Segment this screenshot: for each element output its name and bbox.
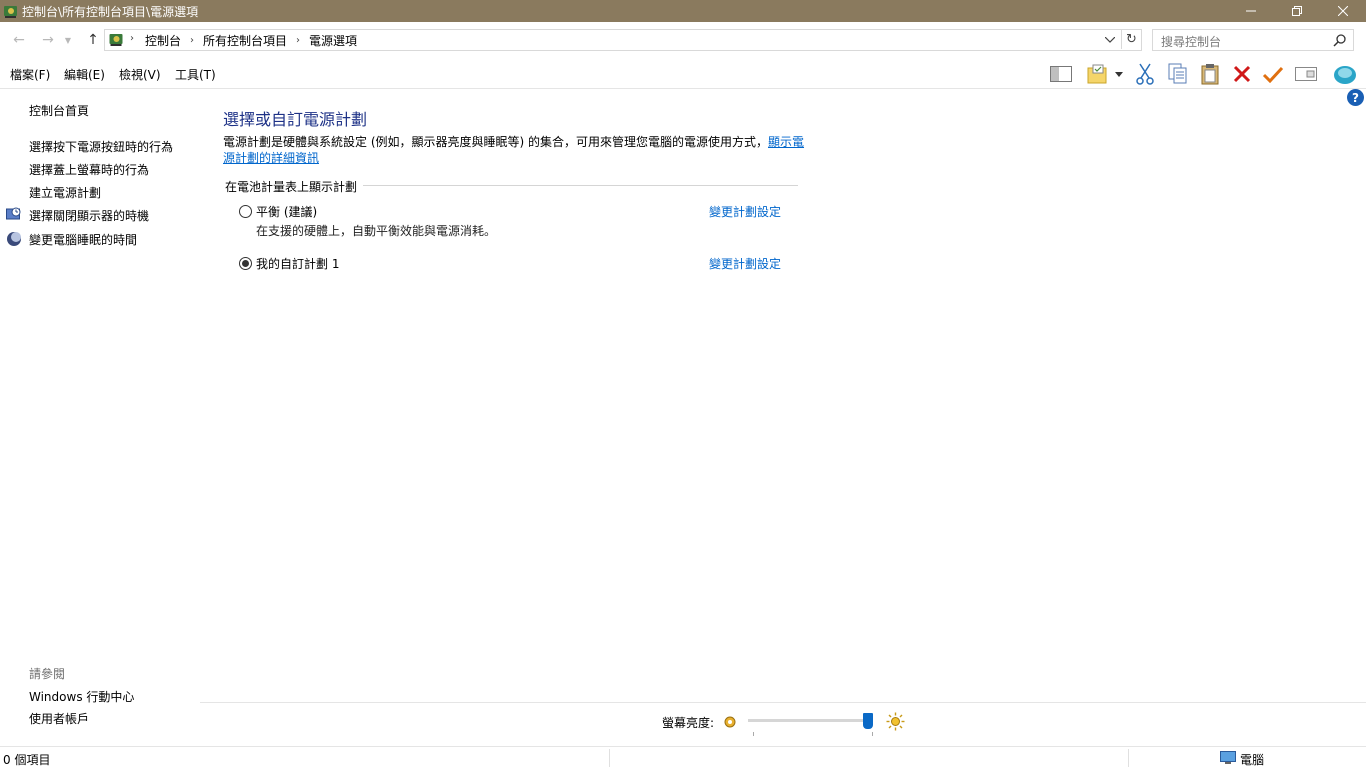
control-panel-icon: [109, 34, 123, 46]
change-plan-settings-link[interactable]: 變更計劃設定: [709, 255, 781, 272]
section-heading: 在電池計量表上顯示計劃: [225, 178, 364, 195]
breadcrumb-item[interactable]: 所有控制台項目: [203, 32, 287, 49]
minimize-icon: [1246, 10, 1256, 12]
up-arrow-icon: ↑: [87, 32, 99, 48]
minimize-button[interactable]: [1228, 0, 1274, 22]
forward-arrow-icon: →: [42, 32, 54, 48]
sidebar: 控制台首頁 選擇按下電源按鈕時的行為 選擇蓋上螢幕時的行為 建立電源計劃 選擇關…: [0, 88, 200, 746]
plan-name[interactable]: 我的自訂計劃 1: [256, 255, 339, 272]
item-count: 0 個項目: [3, 753, 51, 767]
see-also-heading: 請參閱: [29, 667, 66, 681]
sidebar-item-sleep[interactable]: 變更電腦睡眠的時間: [29, 231, 137, 248]
new-folder-button[interactable]: [1086, 62, 1110, 86]
page-title: 選擇或自訂電源計劃: [223, 110, 368, 129]
chevron-down-icon: ▼: [64, 35, 72, 45]
title-bar: 控制台\所有控制台項目\電源選項: [0, 0, 1366, 22]
properties-button[interactable]: [1261, 62, 1285, 86]
back-button[interactable]: ←: [9, 31, 29, 49]
paste-icon: [1201, 64, 1219, 85]
delete-button[interactable]: [1230, 62, 1254, 86]
window-title: 控制台\所有控制台項目\電源選項: [22, 5, 199, 19]
close-button[interactable]: [1320, 0, 1366, 22]
sidebar-item-display-off[interactable]: 選擇關閉顯示器的時機: [29, 207, 149, 224]
help-icon[interactable]: ?: [1347, 89, 1364, 106]
slider-tick: [753, 732, 754, 736]
plan-name[interactable]: 平衡 (建議): [256, 203, 317, 220]
status-divider: [1128, 749, 1129, 767]
status-divider: [609, 749, 610, 767]
sleep-moon-icon: [7, 232, 21, 246]
copy-icon: [1168, 63, 1187, 84]
breadcrumb: 控制台 › 所有控制台項目 › 電源選項: [145, 32, 357, 49]
chevron-down-icon: [1115, 71, 1123, 77]
radio-selected-dot: [242, 260, 249, 267]
breadcrumb-item[interactable]: 控制台: [145, 32, 181, 49]
chevron-right-icon: ›: [130, 33, 134, 44]
page-description: 電源計劃是硬體與系統設定 (例如，顯示器亮度與睡眠等) 的集合，可用來管理您電腦…: [223, 134, 808, 166]
display-timer-icon: [6, 207, 21, 220]
refresh-icon: ↻: [1126, 32, 1137, 47]
slider-tick: [872, 732, 873, 736]
preview-pane-icon: [1050, 66, 1072, 82]
checkmark-icon: [1262, 66, 1284, 83]
sidebar-item-home[interactable]: 控制台首頁: [29, 102, 89, 119]
address-dropdown-button[interactable]: [1102, 32, 1118, 48]
rename-icon: [1295, 67, 1317, 81]
menu-edit[interactable]: 編輯(E): [64, 66, 105, 83]
shell-icon: [1334, 66, 1356, 84]
recent-locations-button[interactable]: ▼: [62, 31, 74, 49]
plan-description: 在支援的硬體上，自動平衡效能與電源消耗。: [256, 224, 497, 238]
cut-button[interactable]: [1133, 62, 1157, 86]
sidebar-item-action-center[interactable]: Windows 行動中心: [29, 688, 134, 705]
plan-radio-balanced[interactable]: [239, 205, 252, 218]
shell-button[interactable]: [1333, 62, 1357, 86]
menu-tools[interactable]: 工具(T): [175, 66, 216, 83]
restore-icon: [1292, 6, 1302, 16]
copy-button[interactable]: [1166, 62, 1190, 86]
brightness-label: 螢幕亮度:: [662, 716, 715, 730]
forward-button[interactable]: →: [38, 31, 58, 49]
rename-button[interactable]: [1294, 62, 1318, 86]
breadcrumb-item[interactable]: 電源選項: [309, 32, 357, 49]
new-folder-icon: [1087, 64, 1107, 84]
delete-icon: [1233, 65, 1251, 83]
search-icon[interactable]: [1333, 33, 1347, 47]
chevron-right-icon[interactable]: ›: [296, 35, 300, 46]
brightness-high-icon: [886, 712, 905, 731]
brightness-slider-thumb[interactable]: [863, 713, 873, 729]
refresh-button[interactable]: ↻: [1121, 30, 1141, 49]
paste-button[interactable]: [1198, 62, 1222, 86]
description-text: 電源計劃是硬體與系統設定 (例如，顯示器亮度與睡眠等) 的集合，可用來管理您電腦…: [223, 135, 768, 149]
computer-label: 電腦: [1240, 753, 1265, 767]
computer-icon: [1220, 751, 1236, 764]
menu-file[interactable]: 檔案(F): [10, 66, 50, 83]
preview-pane-button[interactable]: [1049, 62, 1073, 86]
brightness-slider-fill: [748, 719, 873, 722]
sidebar-item-lid-close[interactable]: 選擇蓋上螢幕時的行為: [29, 161, 149, 178]
close-icon: [1338, 6, 1348, 16]
sidebar-item-user-accounts[interactable]: 使用者帳戶: [29, 710, 89, 727]
search-input[interactable]: 搜尋控制台: [1152, 29, 1354, 51]
restore-button[interactable]: [1274, 0, 1320, 22]
new-folder-dropdown[interactable]: [1112, 62, 1126, 86]
menu-view[interactable]: 檢視(V): [119, 66, 161, 83]
plan-radio-custom[interactable]: [239, 257, 252, 270]
brightness-low-icon: [724, 716, 736, 728]
sidebar-item-power-button[interactable]: 選擇按下電源按鈕時的行為: [29, 138, 173, 155]
bottom-divider: [200, 702, 1366, 703]
brightness-slider-track[interactable]: [748, 719, 873, 722]
control-panel-icon: [4, 6, 17, 18]
up-button[interactable]: ↑: [83, 31, 103, 49]
chevron-right-icon[interactable]: ›: [190, 35, 194, 46]
change-plan-settings-link[interactable]: 變更計劃設定: [709, 203, 781, 220]
cut-icon: [1136, 63, 1154, 85]
status-bar: 0 個項目 電腦: [0, 746, 1366, 769]
chevron-down-icon: [1105, 37, 1115, 43]
back-arrow-icon: ←: [13, 32, 25, 48]
search-placeholder: 搜尋控制台: [1161, 35, 1222, 49]
sidebar-item-create-plan[interactable]: 建立電源計劃: [29, 184, 101, 201]
menu-bar: 檔案(F) 編輯(E) 檢視(V) 工具(T): [0, 58, 1366, 89]
